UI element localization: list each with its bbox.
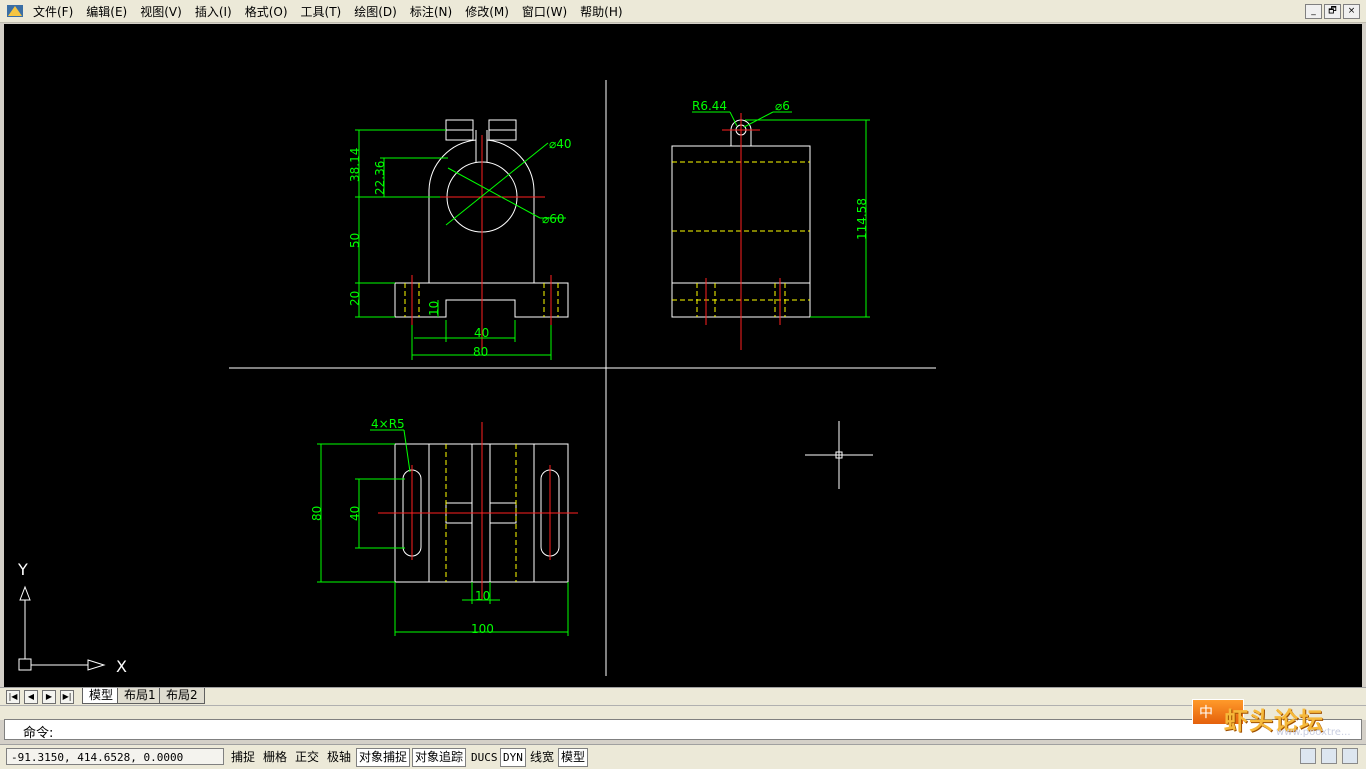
- menu-insert[interactable]: 插入(I): [195, 3, 232, 20]
- snap-toggle[interactable]: 捕捉: [228, 748, 258, 767]
- next-tab-button[interactable]: ▶: [42, 690, 56, 704]
- ucs-icon: [18, 585, 106, 671]
- menu-edit[interactable]: 编辑(E): [86, 3, 127, 20]
- top-view[interactable]: 80 40 10 100 4×R5: [310, 417, 578, 636]
- dim-10-top: 10: [475, 589, 490, 603]
- dim-114-58: 114.58: [855, 198, 869, 240]
- dim-80: 80: [473, 345, 488, 359]
- view-separator-lines: [229, 80, 936, 676]
- status-bar: -91.3150, 414.6528, 0.0000 捕捉 栅格 正交 极轴 对…: [0, 744, 1366, 769]
- autocad-app-icon[interactable]: [6, 3, 24, 19]
- first-tab-button[interactable]: |◀: [6, 690, 20, 704]
- communication-center-icon[interactable]: [1300, 748, 1316, 764]
- leader-r6-44: R6.44: [692, 99, 727, 113]
- polar-toggle[interactable]: 极轴: [324, 748, 354, 767]
- restore-button[interactable]: 🗗: [1324, 4, 1341, 19]
- osnap-toggle[interactable]: 对象捕捉: [356, 748, 411, 767]
- menu-help[interactable]: 帮助(H): [580, 3, 622, 20]
- menu-dimension[interactable]: 标注(N): [410, 3, 452, 20]
- menu-draw[interactable]: 绘图(D): [354, 3, 397, 20]
- drawing-canvas[interactable]: 38.14 22.36 50 20 10 40 80 ⌀40 ⌀60 114.5…: [4, 24, 1362, 687]
- command-history-area[interactable]: [0, 705, 1366, 720]
- dyn-toggle[interactable]: DYN: [500, 748, 526, 767]
- close-button[interactable]: ×: [1343, 4, 1360, 19]
- leader-phi40: ⌀40: [549, 137, 572, 151]
- coordinate-readout[interactable]: -91.3150, 414.6528, 0.0000: [6, 748, 224, 765]
- command-line[interactable]: 命令:: [4, 719, 1362, 741]
- dim-10: 10: [427, 301, 441, 316]
- otrack-toggle[interactable]: 对象追踪: [412, 748, 467, 767]
- model-space-toggle[interactable]: 模型: [558, 748, 589, 767]
- ducs-toggle[interactable]: DUCS: [468, 748, 501, 767]
- leader-phi60: ⌀60: [542, 212, 565, 226]
- leader-4xr5: 4×R5: [371, 417, 405, 431]
- command-prompt: 命令:: [23, 726, 54, 741]
- menu-file[interactable]: 文件(F): [33, 3, 73, 20]
- side-view[interactable]: 114.58 R6.44 ⌀6: [671, 99, 870, 350]
- menu-bar: 文件(F) 编辑(E) 视图(V) 插入(I) 格式(O) 工具(T) 绘图(D…: [0, 0, 1366, 23]
- dim-20: 20: [348, 291, 362, 306]
- menu-modify[interactable]: 修改(M): [465, 3, 509, 20]
- lineweight-toggle[interactable]: 线宽: [527, 748, 557, 767]
- leader-phi6: ⌀6: [775, 99, 790, 113]
- tab-model[interactable]: 模型: [82, 688, 121, 704]
- ortho-toggle[interactable]: 正交: [292, 748, 322, 767]
- ucs-y-label: Y: [17, 560, 28, 579]
- dim-22-36: 22.36: [373, 161, 387, 195]
- last-tab-button[interactable]: ▶|: [60, 690, 74, 704]
- layout-tab-bar: |◀ ◀ ▶ ▶| 模型 布局1 布局2: [0, 687, 1366, 705]
- dim-40-top: 40: [348, 506, 362, 521]
- dim-100: 100: [471, 622, 494, 636]
- menu-window[interactable]: 窗口(W): [522, 3, 567, 20]
- lock-icon[interactable]: [1321, 748, 1337, 764]
- dim-40: 40: [474, 326, 489, 340]
- clean-screen-icon[interactable]: [1342, 748, 1358, 764]
- ucs-x-label: X: [116, 657, 127, 676]
- menu-view[interactable]: 视图(V): [140, 3, 182, 20]
- grid-toggle[interactable]: 栅格: [260, 748, 290, 767]
- tab-layout2[interactable]: 布局2: [159, 688, 205, 704]
- dim-50: 50: [348, 233, 362, 248]
- tab-layout1[interactable]: 布局1: [117, 688, 163, 704]
- prev-tab-button[interactable]: ◀: [24, 690, 38, 704]
- crosshair-cursor: [805, 421, 873, 489]
- status-tray: [1300, 748, 1358, 764]
- drawing-svg: 38.14 22.36 50 20 10 40 80 ⌀40 ⌀60 114.5…: [17, 80, 936, 676]
- menu-format[interactable]: 格式(O): [245, 3, 288, 20]
- menu-tools[interactable]: 工具(T): [301, 3, 342, 20]
- minimize-button[interactable]: _: [1305, 4, 1322, 19]
- front-view[interactable]: 38.14 22.36 50 20 10 40 80 ⌀40 ⌀60: [348, 119, 572, 360]
- dim-38-14: 38.14: [348, 148, 362, 182]
- dim-80-top: 80: [310, 506, 324, 521]
